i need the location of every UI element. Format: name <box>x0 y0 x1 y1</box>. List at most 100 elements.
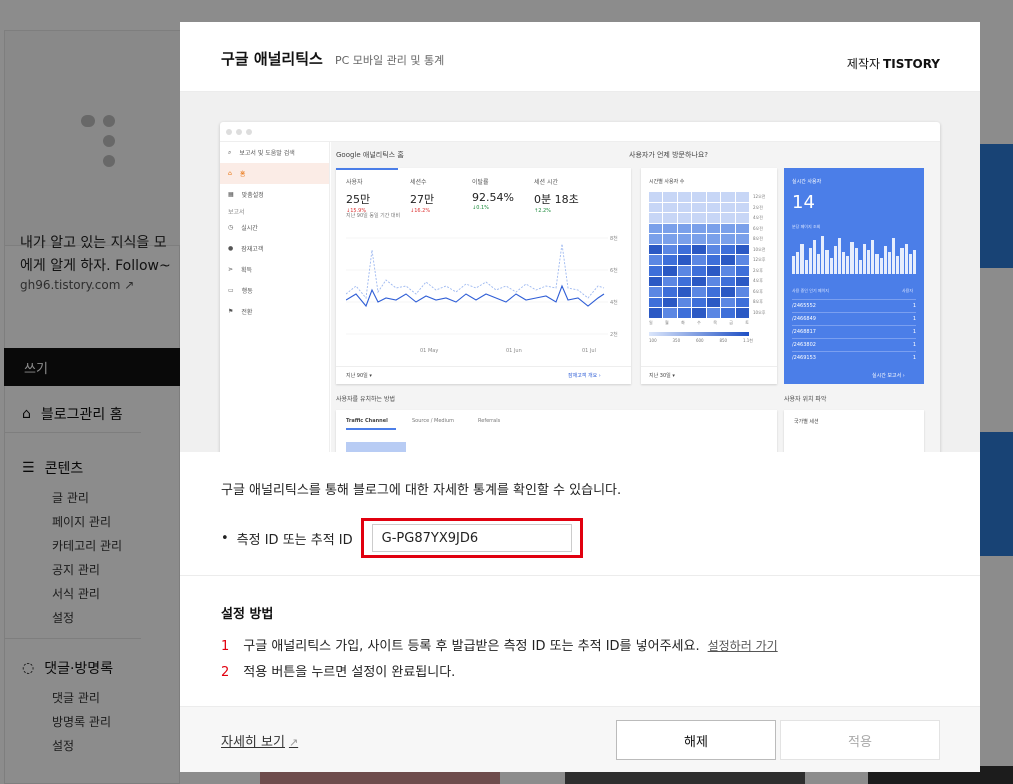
sessions-line-chart: 8천 6천 4천 2천 01 May 01 Jun 01 Jul <box>346 235 618 354</box>
nav-item: ▦ 맞춤설정 <box>228 191 264 199</box>
heat-cell <box>735 244 749 255</box>
modal-footer: 자세히 보기 ↗ 해제 적용 <box>180 706 980 772</box>
heat-cell <box>735 223 749 234</box>
heat-cell <box>692 287 706 297</box>
heat-cell <box>735 213 749 223</box>
howto-step: 1 구글 애널리틱스 가입, 사이트 등록 후 발급받은 측정 ID 또는 추적 … <box>221 635 778 654</box>
heat-cell <box>735 234 749 244</box>
more-link[interactable]: 자세히 보기 ↗ <box>221 731 298 750</box>
analytics-screenshot: ⌕ 보고서 및 도움말 검색 ⌂ 홈 ▦ 맞춤설정 보고서 ◷ 실시간 ● 잠재고객 ⋗ 획… <box>220 122 940 452</box>
live-bar <box>804 260 808 274</box>
tracking-id-row: • 측정 ID 또는 추적 ID <box>221 518 583 558</box>
country-label: 국가별 세션 <box>794 419 819 425</box>
heat-cell <box>649 266 663 276</box>
traffic-tab: Referrals <box>478 418 501 424</box>
heat-cell <box>721 308 735 318</box>
heat-cell <box>692 192 706 202</box>
plugin-modal: 구글 애널리틱스 PC 모바일 관리 및 통계 제작자 TISTORY ⌕ 보고서 … <box>180 22 980 772</box>
howto-step: 2 적용 버튼을 누르면 설정이 완료됩니다. <box>221 661 455 680</box>
heat-cell <box>692 297 706 308</box>
heat-cell <box>677 223 692 234</box>
heat-cell <box>692 213 706 223</box>
analytics-main: Google 애널리틱스 홈 사용자가 언제 방문하나요? 사용자 25만 ↓15.… <box>331 142 940 452</box>
heat-cell <box>649 192 663 202</box>
live-bar <box>837 238 842 274</box>
location-title: 사용자 위치 파악 <box>784 396 827 403</box>
nav-item: ⋗ 획득 <box>228 266 253 274</box>
tracking-id-input[interactable] <box>371 524 572 552</box>
heat-cell <box>663 244 677 255</box>
heat-cell <box>663 192 677 202</box>
x-tick: 01 Jul <box>582 348 596 354</box>
live-bar <box>883 246 887 274</box>
x-tick: 01 Jun <box>506 348 522 354</box>
live-value: 14 <box>792 192 815 213</box>
heat-cell <box>649 255 663 266</box>
heat-cell <box>692 244 706 255</box>
live-bar <box>904 244 908 274</box>
live-bar <box>858 260 862 274</box>
visit-title: 사용자가 언제 방문하나요? <box>629 151 709 159</box>
heat-cell <box>649 276 663 287</box>
heat-cell <box>677 192 692 202</box>
heat-cell <box>663 213 677 223</box>
heat-cell <box>649 297 663 308</box>
howto-title: 설정 방법 <box>221 607 274 622</box>
traffic-title: 사용자를 유치하는 방법 <box>336 396 396 403</box>
location-card: 국가별 세션 <box>784 410 924 452</box>
heat-cell <box>735 192 749 202</box>
live-bar <box>896 256 900 274</box>
heat-cell <box>649 244 663 255</box>
heat-cell <box>649 287 663 297</box>
kpi: 세션 시간 0분 18초 ↑2.2% <box>534 179 579 214</box>
y-tick: 8천 <box>610 235 618 242</box>
heat-cell <box>649 202 663 213</box>
live-bar <box>887 252 892 274</box>
disable-button[interactable]: 해제 <box>616 720 776 760</box>
day-labels: 일월화수목금토 <box>649 320 749 325</box>
modal-maker: 제작자 TISTORY <box>846 57 940 71</box>
heatmap-card: 시간별 사용자 수 12오전 2오전 4오전 6오전 8오전 10오전 12오후 2오후 4오후… <box>641 168 777 384</box>
heat-cell <box>677 308 692 318</box>
heat-cell <box>706 255 721 266</box>
hourly-heatmap <box>649 192 749 318</box>
heat-cell <box>735 255 749 266</box>
heat-cell <box>692 223 706 234</box>
heat-cell <box>721 276 735 287</box>
heat-cell <box>677 266 692 276</box>
nav-item: ▭ 행동 <box>228 287 253 295</box>
behavior-icon: ▭ <box>228 287 234 294</box>
search-row: ⌕ 보고서 및 도움말 검색 <box>228 148 295 158</box>
overview-card: 사용자 25만 ↓15.9% 세션수 27만 ↓16.2% 이탈률 92.54% ↓0.1%… <box>336 168 631 384</box>
heat-cell <box>706 234 721 244</box>
home-icon: ⌂ <box>228 170 232 177</box>
setup-link[interactable]: 설정하러 가기 <box>708 639 778 653</box>
apply-button[interactable]: 적용 <box>780 720 940 760</box>
live-bar <box>854 248 858 274</box>
live-bar <box>812 240 817 274</box>
heat-cell <box>735 266 749 276</box>
live-bar <box>808 248 812 274</box>
live-bar <box>850 242 854 274</box>
heat-cell <box>649 213 663 223</box>
heat-cell <box>721 192 735 202</box>
heat-cell <box>677 202 692 213</box>
heat-cell <box>677 287 692 297</box>
heat-cell <box>706 287 721 297</box>
live-link: 실시간 보고서 › <box>872 373 905 379</box>
home-title: Google 애널리틱스 홈 <box>336 151 404 159</box>
live-bar <box>912 250 917 274</box>
heat-cell <box>663 255 677 266</box>
heat-cell <box>677 255 692 266</box>
step-number: 1 <box>221 639 230 654</box>
heat-cell <box>721 244 735 255</box>
live-title: 실시간 사용자 <box>792 179 822 185</box>
nav-item: ⌂ 홈 <box>220 163 329 184</box>
heat-period: 지난 30일 ▾ <box>649 373 675 379</box>
heat-cell <box>677 244 692 255</box>
heat-cell <box>649 223 663 234</box>
hour-labels: 12오전 2오전 4오전 6오전 8오전 10오전 12오후 2오후 4오후 6오후 8오후 10오후 <box>753 194 766 315</box>
modal-subtitle: PC 모바일 관리 및 통계 <box>335 54 445 67</box>
kpi: 사용자 25만 ↓15.9% <box>346 179 371 214</box>
step-text: 구글 애널리틱스 가입, 사이트 등록 후 발급받은 측정 ID 또는 추적 I… <box>243 639 700 654</box>
